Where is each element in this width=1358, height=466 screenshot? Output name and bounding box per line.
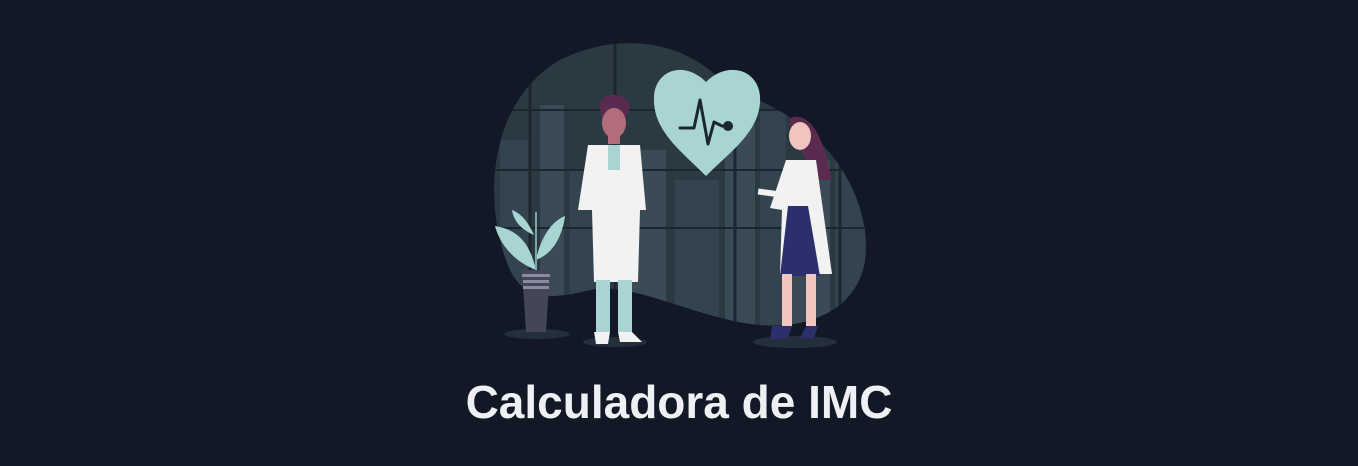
doctors-illustration bbox=[494, 43, 867, 348]
page-title: Calculadora de IMC bbox=[465, 376, 893, 428]
hero-banner: Calculadora de IMC bbox=[0, 0, 1358, 466]
